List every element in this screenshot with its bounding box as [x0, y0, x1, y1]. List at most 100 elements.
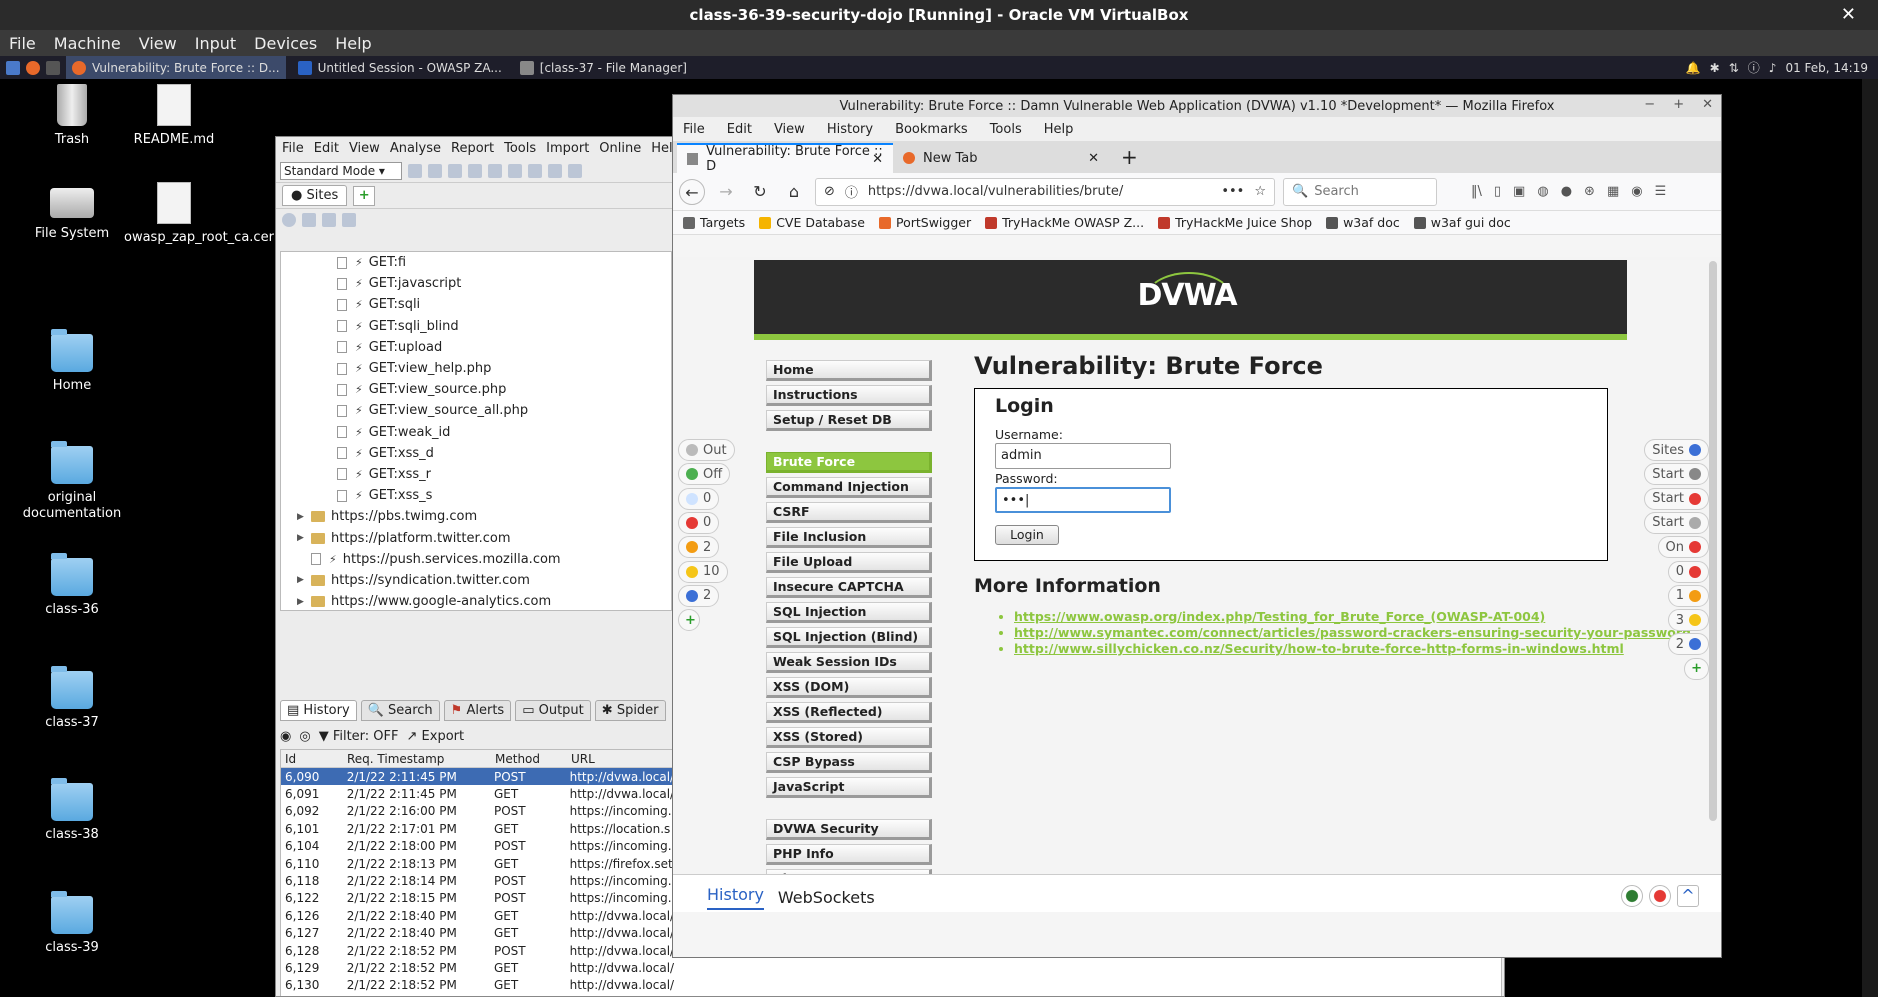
tab-alerts[interactable]: ⚑ Alerts: [443, 699, 512, 721]
menu-item[interactable]: Weak Session IDs: [766, 652, 932, 673]
url-bar[interactable]: ⊘ ⓘ https://dvwa.local/vulnerabilities/b…: [815, 177, 1275, 206]
menu-item[interactable]: XSS (DOM): [766, 677, 932, 698]
vbox-menu-machine[interactable]: Machine: [45, 34, 130, 53]
ff-menu-tools[interactable]: Tools: [990, 122, 1022, 137]
desktop-icon-filesystem[interactable]: File System: [22, 182, 122, 242]
minimize-icon[interactable]: −: [1644, 97, 1655, 112]
bell-icon[interactable]: 🔔: [1686, 61, 1701, 75]
login-button[interactable]: Login: [995, 525, 1059, 545]
hud-right-button[interactable]: On: [1657, 536, 1709, 559]
tree-node[interactable]: ⚡ GET:xss_r: [281, 464, 671, 485]
tab-spider[interactable]: ✱ Spider: [594, 699, 666, 721]
extension-icon[interactable]: ◍: [1537, 184, 1548, 199]
ff-menu-help[interactable]: Help: [1044, 122, 1074, 137]
hud-left-button[interactable]: 10: [678, 560, 728, 583]
clock[interactable]: 01 Feb, 14:19: [1785, 61, 1868, 75]
extension-icon[interactable]: ⊛: [1584, 184, 1595, 199]
zap-menu-file[interactable]: File: [282, 141, 304, 156]
library-icon[interactable]: ‖\: [1471, 184, 1482, 199]
extension-icon[interactable]: ▦: [1607, 184, 1619, 199]
panel-icon[interactable]: [568, 163, 582, 178]
tab-new-tab[interactable]: New Tab ✕: [893, 143, 1109, 173]
desktop-icon-class39[interactable]: class-39: [22, 891, 122, 956]
maximize-icon[interactable]: +: [1673, 97, 1684, 112]
network-icon[interactable]: ⇅: [1729, 61, 1739, 75]
username-field[interactable]: admin: [995, 443, 1171, 469]
vbox-menu-input[interactable]: Input: [186, 34, 245, 53]
tab-brute-force[interactable]: Vulnerability: Brute Force :: D ✕: [677, 143, 893, 174]
hud-right-button[interactable]: 0: [1667, 560, 1709, 583]
hud-tab-websockets[interactable]: WebSockets: [778, 888, 875, 907]
layout-icon[interactable]: [528, 163, 542, 178]
zap-menu-edit[interactable]: Edit: [314, 141, 339, 156]
add-tab-icon[interactable]: +: [353, 185, 376, 206]
column-header-timestamp[interactable]: Req. Timestamp: [343, 752, 491, 766]
new-tab-icon[interactable]: +: [1109, 145, 1150, 173]
menu-item[interactable]: XSS (Stored): [766, 727, 932, 748]
bookmark-item[interactable]: CVE Database: [759, 215, 865, 230]
tree-node[interactable]: ▶ https://syndication.twitter.com: [281, 570, 671, 591]
bookmark-item[interactable]: Targets: [683, 215, 745, 230]
hud-left-button[interactable]: Off: [678, 463, 731, 486]
mode-select[interactable]: Standard Mode ▾: [280, 161, 402, 180]
ff-menu-edit[interactable]: Edit: [727, 122, 752, 137]
zap-menu-import[interactable]: Import: [546, 141, 589, 156]
tab-search[interactable]: 🔍 Search: [360, 699, 440, 721]
export-button[interactable]: ↗ Export: [407, 729, 465, 744]
menu-item[interactable]: Home: [766, 360, 932, 381]
menu-item[interactable]: File Upload: [766, 552, 932, 573]
vbox-menu-view[interactable]: View: [130, 34, 186, 53]
expand-icon[interactable]: ▶: [297, 575, 311, 585]
back-icon[interactable]: ←: [679, 178, 705, 205]
tab-output[interactable]: ▭ Output: [515, 699, 591, 721]
column-header-id[interactable]: Id: [281, 752, 343, 766]
hud-right-button[interactable]: 3: [1667, 609, 1709, 632]
password-field[interactable]: •••|: [995, 487, 1171, 513]
bookmark-item[interactable]: TryHackMe OWASP Z...: [985, 215, 1144, 230]
expand-icon[interactable]: ▶: [297, 597, 311, 607]
new-session-icon[interactable]: [408, 163, 422, 178]
account-icon[interactable]: ◉: [1631, 184, 1642, 199]
tree-node[interactable]: ⚡ GET:fi: [281, 252, 671, 273]
bluetooth-icon[interactable]: ✱: [1710, 61, 1720, 75]
tree-node[interactable]: ⚡ GET:sqli_blind: [281, 316, 671, 337]
open-session-icon[interactable]: [428, 163, 442, 178]
page-actions-icon[interactable]: •••: [1221, 184, 1244, 199]
app-menu-icon[interactable]: [6, 60, 20, 75]
hud-tab-history[interactable]: History: [707, 885, 764, 910]
tree-node[interactable]: ⚡ GET:view_source.php: [281, 379, 671, 400]
info-icon[interactable]: ⓘ: [1748, 59, 1760, 76]
close-tab-icon[interactable]: ✕: [1088, 151, 1099, 166]
table-row[interactable]: 6,129 2/1/22 2:18:52 PM GET http://dvwa.loc…: [281, 959, 1501, 976]
ff-menu-file[interactable]: File: [683, 122, 705, 137]
menu-item[interactable]: Instructions: [766, 385, 932, 406]
zap-menu-report[interactable]: Report: [451, 141, 494, 156]
menu-item[interactable]: Brute Force: [766, 452, 932, 473]
menu-item[interactable]: DVWA Security: [766, 819, 932, 840]
reload-icon[interactable]: ↻: [747, 179, 773, 205]
task-file-manager[interactable]: [class-37 - File Manager]: [514, 56, 693, 79]
tab-history[interactable]: ▤ History: [280, 699, 357, 721]
menu-item[interactable]: Command Injection: [766, 477, 932, 498]
hud-left-button[interactable]: 0: [678, 487, 720, 510]
hud-enable-icon[interactable]: [1621, 885, 1643, 907]
volume-icon[interactable]: ♪: [1769, 61, 1777, 75]
hud-add-tool-button[interactable]: +: [1684, 657, 1709, 680]
ff-menu-bookmarks[interactable]: Bookmarks: [895, 122, 968, 137]
new-context-icon[interactable]: [302, 213, 316, 227]
menu-icon[interactable]: ☰: [1655, 184, 1667, 199]
tree-node[interactable]: ⚡ GET:view_help.php: [281, 358, 671, 379]
task-firefox[interactable]: Vulnerability: Brute Force :: D...: [66, 56, 286, 79]
options-icon[interactable]: [508, 163, 522, 178]
hud-right-button[interactable]: Sites: [1644, 439, 1709, 461]
hud-alert-icon[interactable]: [1649, 885, 1671, 907]
desktop-icon-home[interactable]: Home: [22, 329, 122, 394]
ff-menu-history[interactable]: History: [827, 122, 873, 137]
zap-menu-online[interactable]: Online: [599, 141, 641, 156]
desktop-icon-class38[interactable]: class-38: [22, 778, 122, 843]
tree-node[interactable]: ▶ https://www.google-analytics.com: [281, 591, 671, 610]
menu-item[interactable]: JavaScript: [766, 777, 932, 798]
lock-icon[interactable]: ⓘ: [845, 182, 858, 201]
bookmark-item[interactable]: w3af gui doc: [1413, 215, 1511, 230]
tab-sites[interactable]: ● Sites: [282, 185, 348, 206]
